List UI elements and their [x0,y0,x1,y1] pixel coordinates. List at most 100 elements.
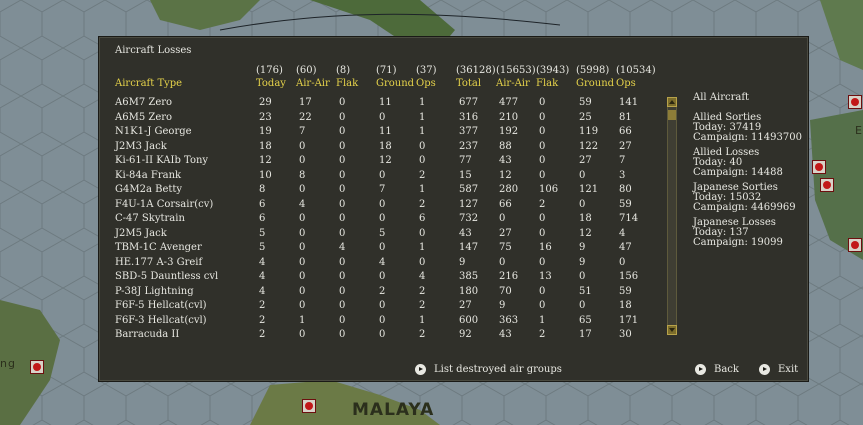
scrollbar-thumb[interactable] [668,110,676,120]
table-cell: 16 [539,242,552,253]
base-marker-icon[interactable] [30,360,44,374]
table-cell: 0 [539,213,546,224]
table-cell: 0 [379,112,386,123]
table-cell: 7 [379,184,386,195]
table-cell: 2 [419,170,426,181]
table-cell: 210 [499,112,519,123]
table-cell: 5 [379,228,386,239]
japanese-sorties-summary: Japanese Sorties Today: 15032 Campaign: … [693,183,796,213]
table-cell: 280 [499,184,519,195]
table-cell: 88 [499,141,512,152]
table-cell: 2 [419,286,426,297]
aircraft-name: J2M3 Jack [115,141,167,152]
table-cell: 180 [459,286,479,297]
table-cell: 677 [459,97,479,108]
table-cell: 0 [339,126,346,137]
list-destroyed-air-groups-button[interactable]: List destroyed air groups [415,364,562,375]
table-cell: 0 [299,155,306,166]
exit-button[interactable]: Exit [759,364,798,375]
aircraft-name: SBD-5 Dauntless cvl [115,271,219,282]
aircraft-name: HE.177 A-3 Greif [115,257,203,268]
table-cell: 77 [459,155,472,166]
scroll-up-button[interactable] [667,97,677,107]
base-marker-icon[interactable] [302,399,316,413]
table-cell: 0 [339,141,346,152]
table-cell: 171 [619,315,639,326]
scroll-down-button[interactable] [667,325,677,335]
table-cell: 2 [259,329,266,340]
base-marker-icon[interactable] [848,238,862,252]
aircraft-filter-label[interactable]: All Aircraft [693,93,749,103]
table-cell: 1 [299,315,306,326]
aircraft-name: Ki-61-II KAIb Tony [115,155,209,166]
table-cell: 6 [259,199,266,210]
table-cell: 2 [539,199,546,210]
column-total: (60) [296,65,317,76]
table-cell: 0 [579,271,586,282]
arrow-down-icon [669,328,675,332]
table-cell: 75 [499,242,512,253]
aircraft-name: P-38J Lightning [115,286,194,297]
table-cell: 1 [419,184,426,195]
table-cell: 0 [379,199,386,210]
table-cell: 0 [339,257,346,268]
table-cell: 8 [259,184,266,195]
table-cell: 714 [619,213,639,224]
column-header-air-air-total: Air-Air [496,78,530,89]
table-cell: 92 [459,329,472,340]
table-cell: 51 [579,286,592,297]
table-cell: 4 [259,257,266,268]
table-cell: 17 [299,97,312,108]
table-cell: 0 [619,257,626,268]
column-total: (176) [256,65,283,76]
table-cell: 0 [339,300,346,311]
table-cell: 587 [459,184,479,195]
table-cell: 19 [259,126,272,137]
button-label: Back [714,364,739,375]
table-cell: 18 [379,141,392,152]
table-cell: 2 [419,300,426,311]
aircraft-type-header: Aircraft Type [115,78,183,89]
table-cell: 9 [579,257,586,268]
button-label: List destroyed air groups [434,364,562,375]
table-cell: 66 [499,199,512,210]
table-cell: 192 [499,126,519,137]
base-marker-icon[interactable] [820,178,834,192]
table-cell: 0 [339,315,346,326]
table-cell: 47 [619,242,632,253]
table-cell: 2 [259,315,266,326]
table-cell: 80 [619,184,632,195]
summary-campaign: Campaign: 11493700 [693,132,802,143]
table-cell: 9 [459,257,466,268]
table-cell: 6 [419,213,426,224]
aircraft-name: F4U-1A Corsair(cv) [115,199,214,210]
back-button[interactable]: Back [695,364,739,375]
table-cell: 0 [299,184,306,195]
base-marker-icon[interactable] [812,160,826,174]
table-cell: 5 [259,242,266,253]
table-cell: 0 [339,271,346,282]
column-total: (10534) [616,65,656,76]
table-cell: 477 [499,97,519,108]
table-cell: 732 [459,213,479,224]
column-total: (15653) [496,65,536,76]
column-header-ground: Ground [376,78,415,89]
summary-campaign: Campaign: 4469969 [693,202,796,213]
table-scrollbar[interactable] [667,97,677,335]
allied-losses-summary: Allied Losses Today: 40 Campaign: 14488 [693,148,783,178]
table-cell: 1 [419,315,426,326]
column-total: (3943) [536,65,570,76]
aircraft-name: N1K1-J George [115,126,192,137]
table-cell: 0 [339,228,346,239]
table-cell: 119 [579,126,599,137]
table-cell: 27 [619,141,632,152]
base-marker-icon[interactable] [848,95,862,109]
table-cell: 0 [539,141,546,152]
aircraft-losses-dialog: Aircraft Losses (176) (60) (8) (71) (37)… [98,36,809,382]
table-cell: 43 [459,228,472,239]
table-cell: 11 [379,97,392,108]
table-cell: 1 [419,242,426,253]
table-cell: 10 [259,170,272,181]
table-cell: 122 [579,141,599,152]
table-cell: 30 [619,329,632,340]
